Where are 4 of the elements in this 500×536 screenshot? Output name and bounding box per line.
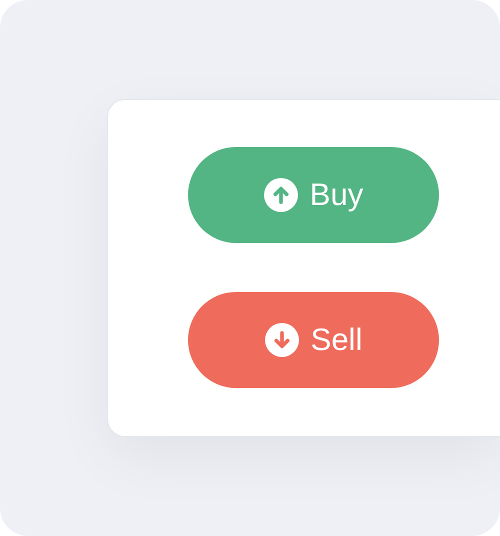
down-arrow-circle-icon: [264, 323, 299, 357]
buy-button[interactable]: Buy: [188, 147, 439, 243]
up-arrow-circle-icon: [264, 178, 298, 212]
sell-button[interactable]: Sell: [188, 292, 439, 388]
